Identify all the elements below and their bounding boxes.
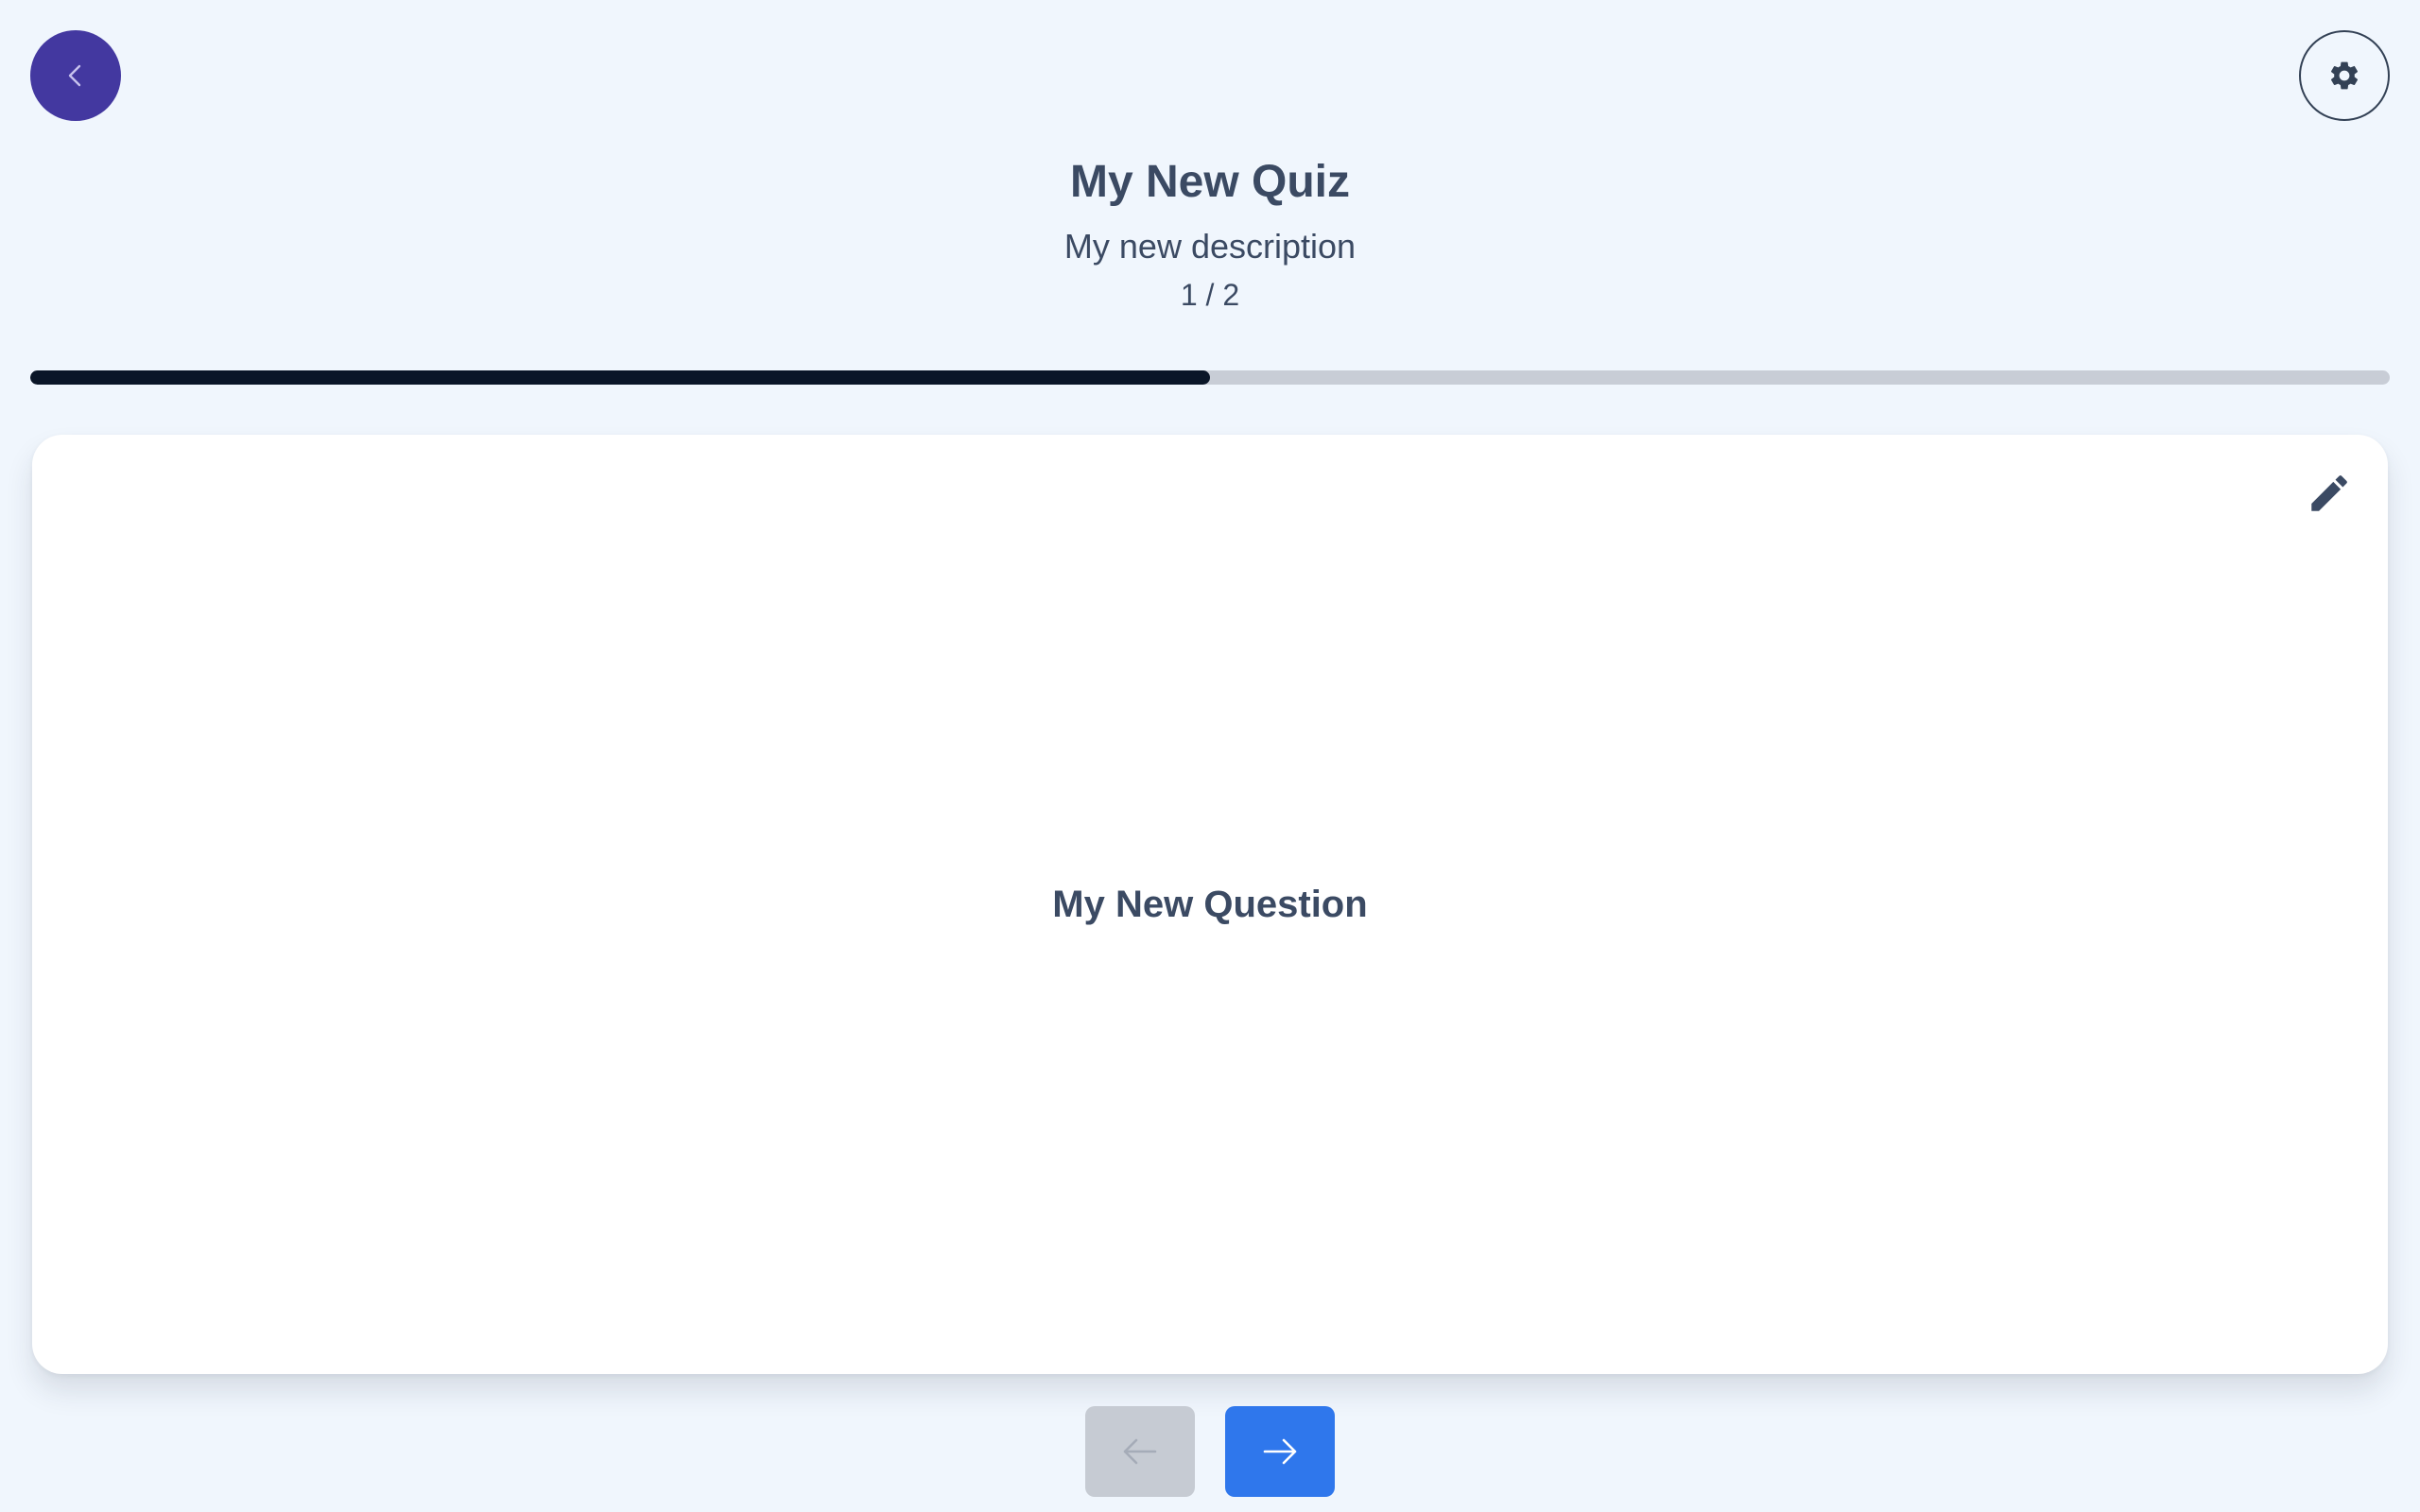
back-button[interactable]	[30, 30, 121, 121]
question-counter: 1 / 2	[1180, 278, 1240, 312]
progress-bar-fill	[30, 370, 1210, 385]
settings-button[interactable]	[2299, 30, 2390, 121]
gear-icon	[2330, 61, 2359, 90]
progress-bar	[30, 370, 2390, 385]
quiz-page: My New Quiz My new description 1 / 2 My …	[0, 0, 2420, 1512]
previous-button[interactable]	[1085, 1406, 1195, 1497]
question-navigation	[0, 1406, 2420, 1497]
quiz-title: My New Quiz	[1069, 157, 1351, 207]
arrow-right-icon	[1263, 1438, 1297, 1465]
quiz-header: My New Quiz My new description 1 / 2	[0, 151, 2420, 314]
chevron-left-icon	[68, 64, 81, 87]
question-card[interactable]: My New Question	[32, 435, 2388, 1374]
edit-button[interactable]	[2299, 463, 2360, 524]
quiz-description: My new description	[1063, 227, 1357, 266]
arrow-left-icon	[1123, 1438, 1157, 1465]
question-text: My New Question	[1052, 883, 1368, 925]
pencil-icon	[2311, 475, 2347, 511]
next-button[interactable]	[1225, 1406, 1335, 1497]
